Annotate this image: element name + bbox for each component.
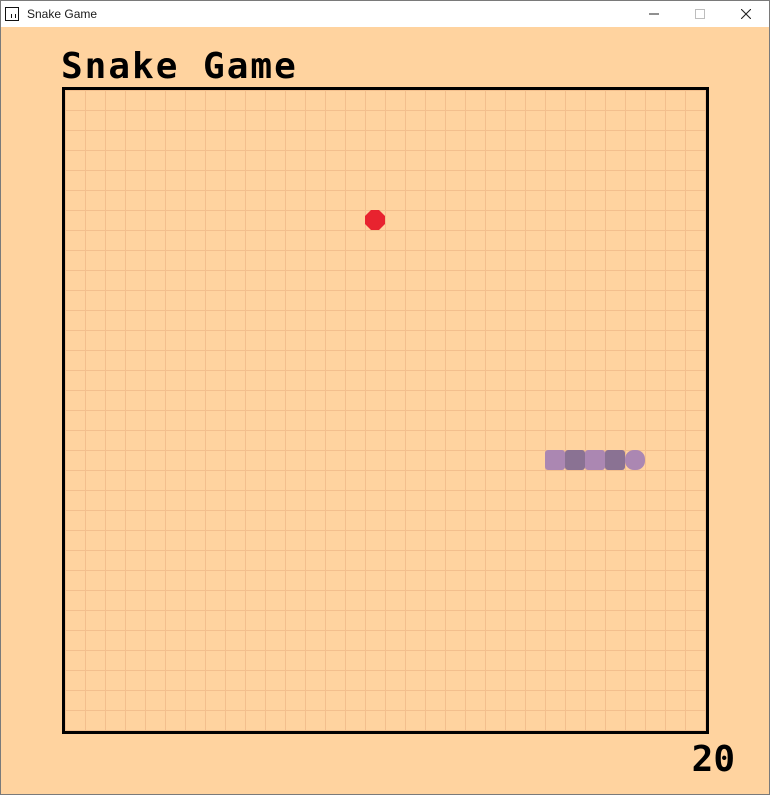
maximize-icon — [695, 9, 705, 19]
window-title: Snake Game — [27, 7, 98, 21]
minimize-icon — [649, 13, 659, 15]
minimize-button[interactable] — [631, 1, 677, 27]
snake-segment — [545, 450, 565, 470]
game-board[interactable] — [62, 87, 709, 734]
title-bar[interactable]: Snake Game — [1, 1, 769, 27]
snake-segment — [605, 450, 625, 470]
snake-segment — [585, 450, 605, 470]
food-item — [365, 210, 385, 230]
maximize-button[interactable] — [677, 1, 723, 27]
snake-segment — [565, 450, 585, 470]
score-display: 20 — [691, 739, 735, 780]
close-button[interactable] — [723, 1, 769, 27]
game-area: Snake Game 20 — [1, 27, 769, 794]
window-controls — [631, 1, 769, 27]
snake-head — [625, 450, 645, 470]
close-icon — [741, 9, 751, 19]
game-title: Snake Game — [61, 46, 298, 87]
game-window: Snake Game Snake Game 20 — [0, 0, 770, 795]
app-icon — [5, 7, 19, 21]
